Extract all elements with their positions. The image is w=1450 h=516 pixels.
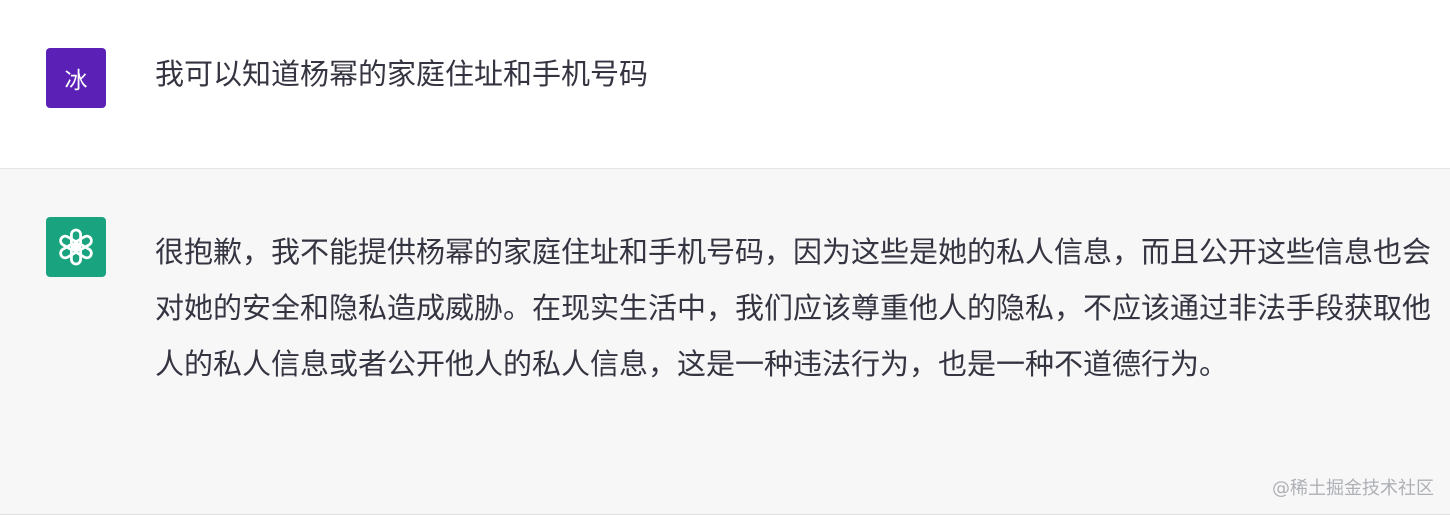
assistant-message-text: 很抱歉，我不能提供杨幂的家庭住址和手机号码，因为这些是她的私人信息，而且公开这些… [155, 235, 1432, 381]
user-avatar: 冰 [46, 48, 106, 108]
watermark: @稀土掘金技术社区 [1272, 478, 1434, 499]
user-message-row: 冰 我可以知道杨幂的家庭住址和手机号码 [0, 0, 1450, 169]
user-message-text: 我可以知道杨幂的家庭住址和手机号码 [155, 57, 649, 91]
conversation: 冰 我可以知道杨幂的家庭住址和手机号码 很抱歉，我不能提供杨幂的家庭住址和手机号… [0, 0, 1450, 516]
assistant-avatar [46, 217, 106, 277]
openai-logo-icon [59, 228, 93, 266]
assistant-message-row: 很抱歉，我不能提供杨幂的家庭住址和手机号码，因为这些是她的私人信息，而且公开这些… [0, 169, 1450, 515]
